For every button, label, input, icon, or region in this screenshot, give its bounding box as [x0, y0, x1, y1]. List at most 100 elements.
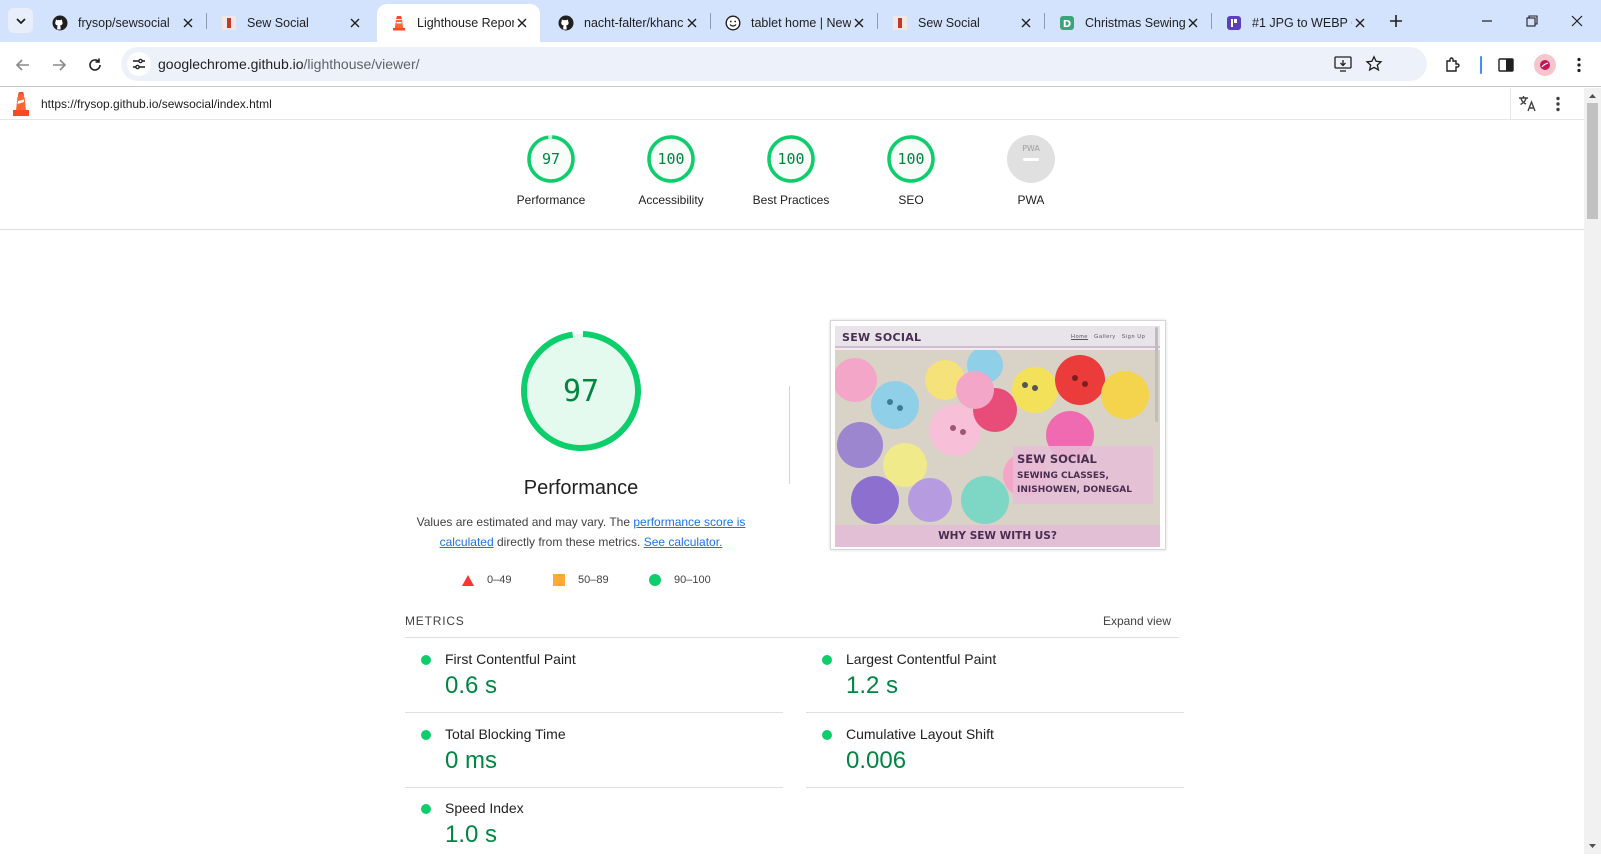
close-icon[interactable]	[347, 15, 363, 31]
translate-button[interactable]	[1516, 93, 1538, 115]
close-icon[interactable]	[1352, 15, 1368, 31]
sew-social-favicon	[892, 15, 908, 31]
chevron-down-icon	[15, 17, 26, 24]
pwa-badge-icon: PWA	[1007, 135, 1055, 183]
tab-jpg-to-webp[interactable]: #1 JPG to WEBP C	[1212, 4, 1378, 42]
tab-frysop-sewsocial[interactable]: frysop/sewsocial	[38, 4, 206, 42]
screenshot-hero-card: SEW SOCIAL SEWING CLASSES, INISHOWEN, DON…	[1013, 446, 1153, 504]
url-text[interactable]: googlechrome.github.io/lighthouse/viewer…	[158, 56, 420, 72]
screenshot-page: SEW SOCIAL Home Gallery Sign Up SEW SOCI…	[835, 326, 1160, 547]
desc-middle: directly from these metrics.	[493, 535, 644, 549]
metric-total-blocking-time: Total Blocking Time 0 ms	[405, 714, 783, 788]
screenshot-hero-sub1: SEWING CLASSES,	[1017, 471, 1109, 481]
minimize-icon	[1482, 20, 1492, 22]
category-label: Accessibility	[638, 193, 704, 207]
metric-name: Total Blocking Time	[445, 726, 566, 742]
extensions-button[interactable]	[1442, 54, 1464, 76]
close-icon[interactable]	[514, 15, 530, 31]
triangle-icon	[462, 574, 474, 586]
score-gauge: 100	[887, 135, 935, 183]
url-domain: googlechrome.github.io	[158, 56, 304, 72]
reload-button[interactable]	[82, 52, 108, 78]
close-icon[interactable]	[1018, 15, 1034, 31]
back-button[interactable]	[10, 52, 36, 78]
tab-christmas-sewing[interactable]: D Christmas Sewing	[1045, 4, 1211, 42]
score-gauge: 100	[767, 135, 815, 183]
browser-toolbar: googlechrome.github.io/lighthouse/viewer…	[0, 42, 1601, 87]
tab-sew-social[interactable]: Sew Social	[207, 4, 373, 42]
arrow-right-icon	[53, 59, 67, 71]
chrome-menu-button[interactable]	[1568, 54, 1590, 76]
avatar-icon	[1540, 60, 1550, 70]
legend-pass: 90–100	[649, 574, 711, 586]
plus-icon	[1390, 15, 1402, 27]
bookmark-button[interactable]	[1364, 54, 1384, 74]
screenshot-nav-gallery: Gallery	[1094, 334, 1116, 340]
restore-icon	[1526, 15, 1538, 27]
green-d-icon: D	[1059, 15, 1075, 31]
close-icon[interactable]	[684, 15, 700, 31]
scroll-up-arrow-icon[interactable]	[1588, 91, 1597, 100]
minimize-button[interactable]	[1476, 10, 1498, 32]
url-path: /lighthouse/viewer/	[303, 56, 420, 72]
tab-sew-social-2[interactable]: Sew Social	[878, 4, 1044, 42]
tab-title: #1 JPG to WEBP C	[1252, 16, 1352, 30]
metric-value: 0.6 s	[445, 672, 498, 699]
close-icon[interactable]	[1185, 15, 1201, 31]
page-scrollbar[interactable]	[1584, 88, 1601, 854]
performance-description: Values are estimated and may vary. The p…	[404, 512, 758, 552]
gauge-seo[interactable]: 100 SEO	[851, 134, 971, 207]
puzzle-icon	[1446, 57, 1460, 72]
screenshot-hero-sub2: INISHOWEN, DONEGAL	[1017, 485, 1132, 495]
gauge-performance[interactable]: 97 Performance	[491, 134, 611, 207]
metrics-heading: METRICS	[405, 614, 465, 628]
side-panel-button[interactable]	[1495, 54, 1517, 76]
install-app-button[interactable]	[1333, 54, 1353, 74]
smiley-icon	[725, 15, 741, 31]
metric-first-contentful-paint: First Contentful Paint 0.6 s	[405, 639, 783, 713]
legend-range: 0–49	[487, 574, 512, 586]
forward-button[interactable]	[46, 52, 72, 78]
legend-average: 50–89	[553, 574, 609, 586]
see-calculator-link[interactable]: See calculator.	[644, 535, 723, 549]
screenshot-section-heading: WHY SEW WITH US?	[835, 525, 1160, 547]
tab-nacht-falter[interactable]: nacht-falter/khanc	[544, 4, 710, 42]
close-icon[interactable]	[180, 15, 196, 31]
tab-strip: frysop/sewsocial Sew Social Lighthouse R…	[0, 0, 1601, 42]
restore-button[interactable]	[1521, 10, 1543, 32]
translate-icon	[1519, 96, 1536, 112]
kebab-menu-icon	[1577, 57, 1581, 73]
score-value: 100	[897, 150, 924, 168]
metric-name: First Contentful Paint	[445, 651, 576, 667]
expand-view-toggle[interactable]: Expand view	[1103, 614, 1171, 628]
profile-avatar[interactable]	[1534, 54, 1556, 76]
github-icon	[52, 15, 68, 31]
screenshot-brand: SEW SOCIAL	[842, 331, 922, 344]
new-tab-button[interactable]	[1386, 11, 1406, 31]
performance-score: 97	[563, 374, 599, 409]
report-menu-button[interactable]	[1547, 93, 1569, 115]
tab-lighthouse-report[interactable]: Lighthouse Report	[377, 4, 540, 42]
tab-tablet-home[interactable]: tablet home | New	[711, 4, 877, 42]
metric-name: Speed Index	[445, 800, 524, 816]
score-gauge: 100	[647, 135, 695, 183]
gauge-best-practices[interactable]: 100 Best Practices	[731, 134, 851, 207]
gauge-pwa[interactable]: PWA PWA	[971, 134, 1091, 207]
category-scores-header: 97 Performance 100 Accessibility 100 Bes…	[0, 120, 1584, 230]
score-value: 97	[542, 150, 560, 168]
gauge-divider	[789, 386, 790, 484]
close-icon[interactable]	[851, 15, 867, 31]
scroll-down-arrow-icon[interactable]	[1588, 842, 1597, 851]
tab-search-button[interactable]	[8, 8, 33, 33]
address-bar[interactable]: googlechrome.github.io/lighthouse/viewer…	[121, 47, 1427, 81]
screenshot-nav-links: Home Gallery Sign Up	[1071, 334, 1151, 340]
lighthouse-icon	[391, 15, 407, 31]
gauge-accessibility[interactable]: 100 Accessibility	[611, 134, 731, 207]
final-screenshot[interactable]: SEW SOCIAL Home Gallery Sign Up SEW SOCI…	[830, 320, 1166, 550]
site-info-button[interactable]	[127, 52, 151, 76]
window-close-button[interactable]	[1566, 10, 1588, 32]
category-label: Performance	[516, 193, 586, 207]
report-url[interactable]: https://frysop.github.io/sewsocial/index…	[41, 97, 272, 111]
score-value: 100	[657, 150, 684, 168]
scrollbar-thumb[interactable]	[1587, 103, 1598, 219]
